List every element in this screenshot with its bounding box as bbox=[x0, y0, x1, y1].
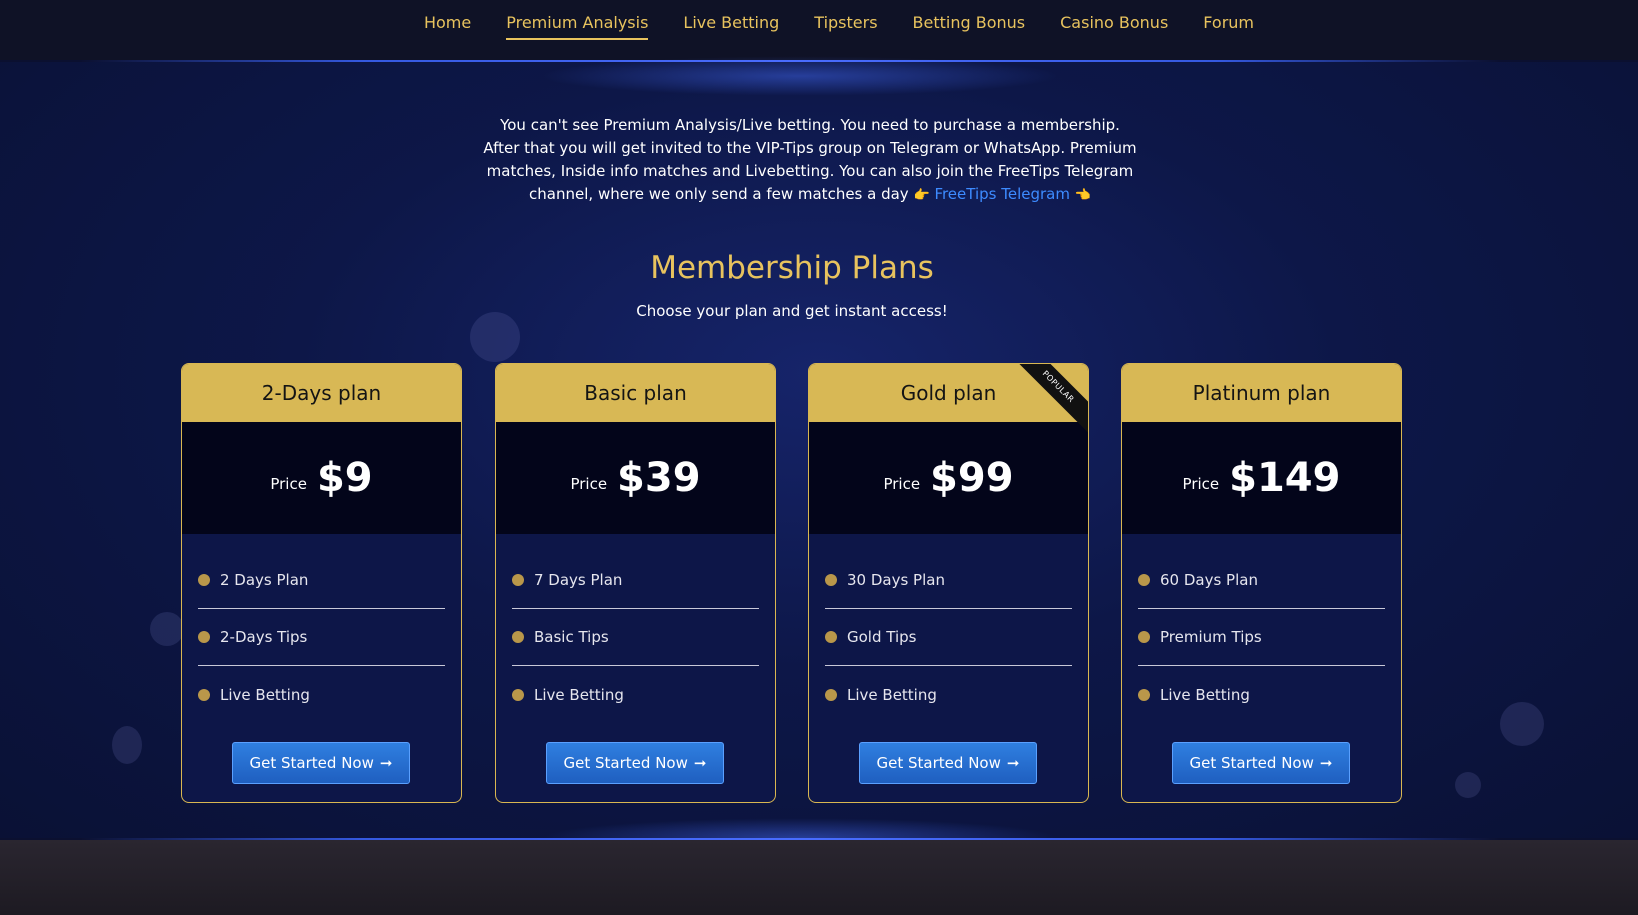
bullet-dot-icon bbox=[198, 574, 210, 586]
plan-name: Platinum plan bbox=[1122, 364, 1401, 422]
bullet-dot-icon bbox=[825, 631, 837, 643]
feature-item: 2 Days Plan bbox=[198, 552, 445, 609]
feature-list: 7 Days Plan Basic Tips Live Betting bbox=[496, 534, 775, 723]
bullet-dot-icon bbox=[1138, 631, 1150, 643]
feature-label: 30 Days Plan bbox=[847, 571, 945, 589]
feature-list: 30 Days Plan Gold Tips Live Betting bbox=[809, 534, 1088, 723]
feature-item: Premium Tips bbox=[1138, 609, 1385, 666]
feature-label: Premium Tips bbox=[1160, 628, 1262, 646]
plan-card-gold: Gold plan POPULAR Price $99 30 Days Plan… bbox=[808, 363, 1089, 803]
plan-name: Basic plan bbox=[496, 364, 775, 422]
feature-label: Live Betting bbox=[534, 685, 624, 704]
feature-label: Gold Tips bbox=[847, 628, 917, 646]
nav-premium-analysis[interactable]: Premium Analysis bbox=[506, 12, 649, 40]
nav-forum[interactable]: Forum bbox=[1203, 12, 1254, 40]
nav-home[interactable]: Home bbox=[424, 12, 471, 40]
plan-card-2-days: 2-Days plan Price $9 2 Days Plan 2-Days … bbox=[181, 363, 462, 803]
feature-item: Live Betting bbox=[1138, 666, 1385, 723]
feature-list: 2 Days Plan 2-Days Tips Live Betting bbox=[182, 534, 461, 723]
price-label: Price bbox=[270, 475, 307, 493]
get-started-button[interactable]: Get Started Now ➞ bbox=[1172, 742, 1350, 784]
feature-label: Live Betting bbox=[847, 685, 937, 704]
feature-item: 7 Days Plan bbox=[512, 552, 759, 609]
button-label: Get Started Now bbox=[1189, 754, 1314, 772]
nav-tipsters[interactable]: Tipsters bbox=[814, 12, 877, 40]
nav-live-betting[interactable]: Live Betting bbox=[683, 12, 779, 40]
feature-label: 2-Days Tips bbox=[220, 628, 308, 646]
bullet-dot-icon bbox=[1138, 574, 1150, 586]
arrow-right-icon: ➞ bbox=[1006, 754, 1020, 772]
arrow-right-icon: ➞ bbox=[1319, 754, 1333, 772]
button-label: Get Started Now bbox=[563, 754, 688, 772]
feature-label: 7 Days Plan bbox=[534, 571, 623, 589]
bullet-dot-icon bbox=[512, 688, 524, 701]
feature-item: Gold Tips bbox=[825, 609, 1072, 666]
feature-label: 60 Days Plan bbox=[1160, 571, 1258, 589]
bullet-dot-icon bbox=[825, 574, 837, 586]
button-label: Get Started Now bbox=[249, 754, 374, 772]
membership-plans-title: Membership Plans bbox=[650, 250, 934, 286]
bullet-dot-icon bbox=[1138, 688, 1150, 701]
get-started-button[interactable]: Get Started Now ➞ bbox=[232, 742, 410, 784]
get-started-button[interactable]: Get Started Now ➞ bbox=[546, 742, 724, 784]
plan-price-block: Price $149 bbox=[1122, 422, 1401, 534]
bokeh-decoration bbox=[150, 612, 184, 646]
price-value: $9 bbox=[316, 455, 373, 501]
main-nav: Home Premium Analysis Live Betting Tipst… bbox=[0, 0, 1638, 52]
feature-label: Live Betting bbox=[1160, 685, 1250, 704]
nav-casino-bonus[interactable]: Casino Bonus bbox=[1060, 12, 1168, 40]
feature-label: Basic Tips bbox=[534, 628, 609, 646]
button-label: Get Started Now bbox=[876, 754, 1001, 772]
plan-header: Gold plan POPULAR bbox=[809, 364, 1088, 438]
plan-name: 2-Days plan bbox=[182, 364, 461, 422]
nav-betting-bonus[interactable]: Betting Bonus bbox=[913, 12, 1026, 40]
feature-label: Live Betting bbox=[220, 685, 310, 704]
price-label: Price bbox=[883, 475, 921, 493]
bullet-dot-icon bbox=[512, 574, 524, 586]
membership-plans-subtitle: Choose your plan and get instant access! bbox=[636, 302, 948, 320]
price-label: Price bbox=[1182, 475, 1220, 493]
arrow-right-icon: ➞ bbox=[693, 754, 707, 772]
feature-item: Live Betting bbox=[512, 666, 759, 723]
intro-paragraph: You can't see Premium Analysis/Live bett… bbox=[480, 114, 1140, 207]
bullet-dot-icon bbox=[825, 688, 837, 701]
feature-list: 60 Days Plan Premium Tips Live Betting bbox=[1122, 534, 1401, 723]
footer-background bbox=[0, 840, 1638, 915]
plan-price-block: Price $9 bbox=[182, 422, 461, 534]
plan-card-basic: Basic plan Price $39 7 Days Plan Basic T… bbox=[495, 363, 776, 803]
feature-item: Live Betting bbox=[825, 666, 1072, 723]
feature-item: 30 Days Plan bbox=[825, 552, 1072, 609]
plan-price-block: Price $99 bbox=[809, 422, 1088, 534]
glow-top bbox=[540, 56, 1060, 96]
price-value: $99 bbox=[930, 455, 1014, 501]
bullet-dot-icon bbox=[198, 688, 210, 701]
price-label: Price bbox=[570, 475, 608, 493]
bokeh-decoration bbox=[112, 726, 142, 764]
plan-name: Gold plan bbox=[900, 381, 997, 405]
feature-item: Basic Tips bbox=[512, 609, 759, 666]
plan-price-block: Price $39 bbox=[496, 422, 775, 534]
feature-item: Live Betting bbox=[198, 666, 445, 723]
feature-item: 2-Days Tips bbox=[198, 609, 445, 666]
arrow-right-icon: ➞ bbox=[379, 754, 393, 772]
freetips-telegram-link[interactable]: FreeTips Telegram bbox=[934, 185, 1070, 203]
bullet-dot-icon bbox=[198, 631, 210, 643]
price-value: $39 bbox=[617, 455, 701, 501]
feature-label: 2 Days Plan bbox=[220, 571, 309, 589]
bokeh-decoration bbox=[1500, 702, 1544, 746]
pointing-right-icon: 👉 bbox=[913, 188, 930, 203]
bullet-dot-icon bbox=[512, 631, 524, 643]
feature-item: 60 Days Plan bbox=[1138, 552, 1385, 609]
pointing-left-icon: 👈 bbox=[1074, 188, 1091, 203]
get-started-button[interactable]: Get Started Now ➞ bbox=[859, 742, 1037, 784]
price-value: $149 bbox=[1229, 455, 1341, 501]
plan-card-platinum: Platinum plan Price $149 60 Days Plan Pr… bbox=[1121, 363, 1402, 803]
bokeh-decoration bbox=[1455, 772, 1481, 798]
